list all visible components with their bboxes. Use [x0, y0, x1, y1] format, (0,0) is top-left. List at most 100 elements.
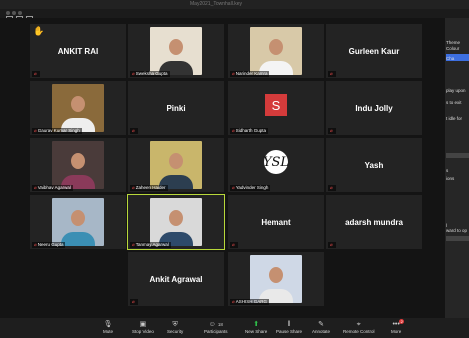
muted-mic-icon: ⌀ — [330, 71, 333, 76]
remote-control-icon: ⌖ — [356, 321, 361, 328]
side-panel-text: Colour — [446, 46, 460, 51]
toolbar-button-mute[interactable]: 🎙︎ Mute — [103, 320, 113, 335]
participant-video — [250, 27, 302, 75]
muted-mic-icon: ⌀ — [34, 128, 37, 133]
participant-tile[interactable]: Gurleen Kaur ⌀ — [326, 24, 422, 78]
participant-tile[interactable]: adarsh mundra ⌀ — [326, 195, 422, 249]
zoom-window: May2021_Townhall.key ANKIT RAI ✋ ⌀ ⌀Sweksha… — [0, 0, 469, 338]
toolbar-label: Annotate — [312, 329, 331, 334]
title-bar: May2021_Townhall.key — [0, 0, 469, 15]
participant-tile[interactable]: Indu Jolly ⌀ — [326, 81, 422, 135]
toolbar-button-participants[interactable]: ☺ 18 Participants — [204, 320, 228, 335]
person-head — [169, 210, 183, 227]
participant-name-label: ⌀Sweksha Gupta — [130, 71, 170, 77]
mute-indicator: ⌀ — [130, 128, 138, 134]
share-screen-icon: ⬆ — [253, 321, 260, 328]
gallery-view: ANKIT RAI ✋ ⌀ ⌀Sweksha Gupta ⌀Narinder Kamra… — [0, 18, 445, 318]
participant-tile[interactable]: ⌀Narinder Kamra — [228, 24, 324, 78]
toolbar-button-annotate[interactable]: ✎ Annotate — [312, 320, 330, 335]
participant-name: Sidharth Gupta — [235, 128, 266, 133]
participant-tile[interactable]: ⌀Zaheen Haider — [128, 138, 224, 192]
participant-tile[interactable]: ⌀Tanmay Agarwal — [127, 194, 225, 250]
participant-avatar: YSL — [263, 150, 289, 174]
participant-name: Zaheen Haider — [135, 185, 166, 190]
muted-mic-icon: ⌀ — [132, 71, 135, 76]
side-panel-text: ward to op — [446, 228, 468, 233]
muted-mic-icon: ⌀ — [132, 128, 135, 133]
muted-mic-icon: ⌀ — [132, 242, 135, 247]
participant-video — [52, 84, 104, 132]
person-head — [169, 153, 183, 170]
toolbar-label: More — [391, 329, 402, 334]
participant-tile[interactable]: YSL ⌀Yadvinder Singh — [228, 138, 324, 192]
pause-icon: ‖ — [287, 321, 291, 328]
participant-tile[interactable]: ⌀Vaibhav Agarwal — [30, 138, 126, 192]
side-panel-text: s — [446, 168, 449, 173]
toolbar-button-new-share[interactable]: ⬆ New Share — [245, 320, 267, 335]
side-panel-field[interactable] — [446, 236, 469, 241]
participant-tile[interactable]: Yash ⌀ — [326, 138, 422, 192]
mute-indicator: ⌀ — [32, 71, 40, 77]
mute-indicator: ⌀ — [328, 71, 336, 77]
participant-name-label: ⌀Vaibhav Agarwal — [32, 185, 73, 191]
participants-icon: ☺ 18 — [208, 321, 223, 328]
muted-mic-icon: ⌀ — [232, 71, 235, 76]
mute-indicator: ⌀ — [230, 242, 238, 248]
participant-name-label: ⌀Sidharth Gupta — [230, 128, 268, 134]
pen-icon: ✎ — [318, 321, 324, 328]
side-panel-text: Cha — [446, 56, 455, 61]
toolbar-label: Remote Control — [343, 329, 375, 334]
side-panel-field[interactable] — [446, 153, 469, 158]
muted-mic-icon: ⌀ — [132, 185, 135, 190]
participant-display-name: Pinki — [166, 103, 186, 113]
muted-mic-icon: ⌀ — [232, 128, 235, 133]
muted-mic-icon: ⌀ — [34, 185, 37, 190]
participant-tile[interactable]: Ankit Agrawal ⌀ — [128, 252, 224, 306]
participant-display-name: Gurleen Kaur — [348, 46, 400, 56]
notification-badge: 2 — [399, 319, 405, 324]
participant-display-name: Hemant — [261, 217, 291, 227]
shared-screen-side-panel: Theme Colour Cha play upon s to exit t idle f… — [445, 18, 469, 318]
person-head — [71, 210, 85, 227]
toolbar-label: Stop Video — [132, 329, 154, 334]
participant-count: 18 — [217, 322, 223, 327]
participant-name-label: ⌀ASHISH GARG — [230, 299, 269, 305]
mic-icon: 🎙︎ — [103, 321, 113, 328]
person-head — [169, 39, 183, 56]
participant-name-label: ⌀Narinder Kamra — [230, 71, 270, 77]
participant-display-name: Yash — [364, 160, 384, 170]
participant-tile[interactable]: ⌀Gaurav Kumar Singh — [30, 81, 126, 135]
toolbar-button-pause-share[interactable]: ‖ Pause Share — [276, 320, 302, 335]
participant-name: Gaurav Kumar Singh — [37, 128, 80, 133]
participant-name-label: ⌀Gaurav Kumar Singh — [32, 128, 82, 134]
participant-tile[interactable]: ⌀Neeru Gupta — [30, 195, 126, 249]
view-controls[interactable] — [6, 10, 36, 23]
muted-mic-icon: ⌀ — [232, 185, 235, 190]
participant-tile[interactable]: ANKIT RAI ✋ ⌀ — [30, 24, 126, 78]
muted-mic-icon: ⌀ — [232, 242, 235, 247]
toolbar-button-security[interactable]: ⛨ Security — [167, 320, 183, 335]
side-panel-text: t idle for — [446, 116, 463, 121]
person-head — [71, 153, 85, 170]
toolbar-label: New Share — [245, 329, 268, 334]
participant-tile[interactable]: ⌀ASHISH GARG — [228, 252, 324, 306]
muted-mic-icon: ⌀ — [34, 71, 37, 76]
toolbar-button-more[interactable]: ••• More 2 — [391, 319, 405, 335]
participant-video — [150, 27, 202, 75]
participant-tile[interactable]: ⌀Sweksha Gupta — [128, 24, 224, 78]
window-title: May2021_Townhall.key — [190, 1, 242, 7]
participant-tile[interactable]: Pinki ⌀ — [128, 81, 224, 135]
person-head — [269, 267, 283, 284]
mute-indicator: ⌀ — [328, 128, 336, 134]
toolbar-label: Pause Share — [276, 329, 303, 334]
muted-mic-icon: ⌀ — [132, 299, 135, 304]
toolbar-button-remote-control[interactable]: ⌖ Remote Control — [343, 320, 375, 335]
participant-display-name: adarsh mundra — [345, 217, 403, 227]
toolbar-button-stop-video[interactable]: ▣ Stop Video — [132, 320, 154, 335]
toolbar-label: Security — [167, 329, 184, 334]
muted-mic-icon: ⌀ — [330, 185, 333, 190]
participant-tile[interactable]: S ⌀Sidharth Gupta — [228, 81, 324, 135]
participant-tile[interactable]: Hemant ⌀ — [228, 195, 324, 249]
participant-video — [150, 198, 202, 246]
person-head — [71, 96, 85, 113]
